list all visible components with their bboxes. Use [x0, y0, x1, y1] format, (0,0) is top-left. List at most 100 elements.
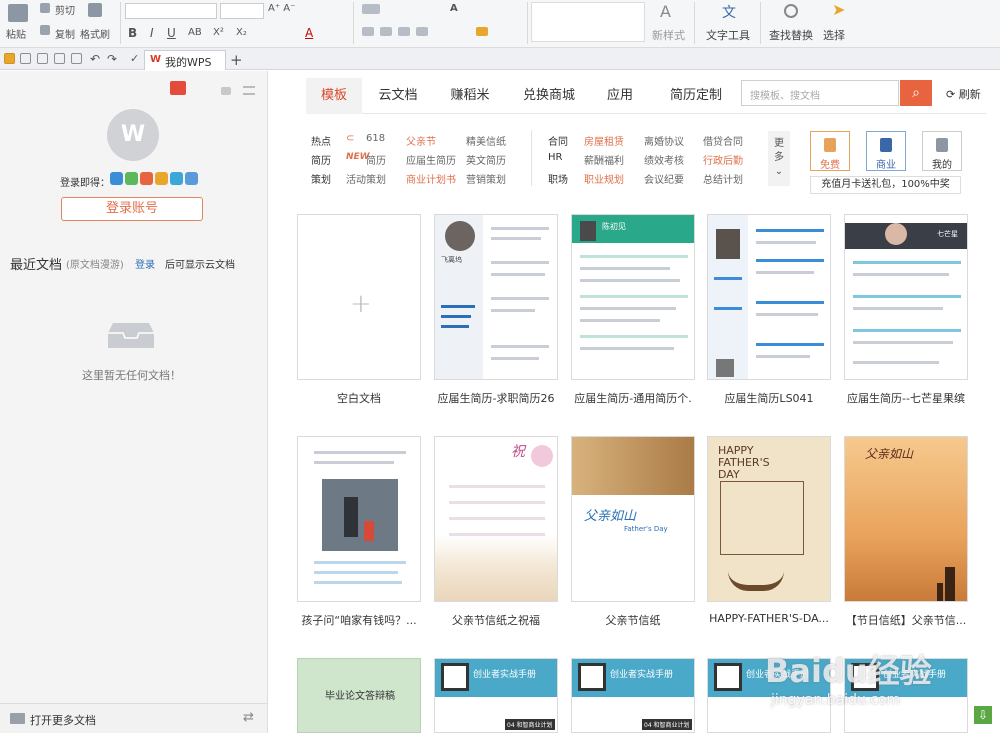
- new-style-button[interactable]: 新样式: [652, 27, 685, 43]
- cut-button[interactable]: 剪切: [55, 2, 75, 17]
- align-center-icon[interactable]: [380, 27, 392, 36]
- gift-icon[interactable]: [170, 81, 186, 95]
- align-right-icon[interactable]: [398, 27, 410, 36]
- login-button[interactable]: 登录账号: [61, 197, 203, 221]
- template-card[interactable]: 创业者实战手册 04 和智商业计划: [434, 658, 558, 733]
- template-search-input[interactable]: 搜模板、搜文档: [741, 80, 899, 106]
- justify-icon[interactable]: [416, 27, 428, 36]
- category-item[interactable]: 绩效考核: [644, 152, 684, 167]
- export-pdf-icon[interactable]: [37, 53, 48, 64]
- subscript-button[interactable]: X₂: [236, 27, 247, 38]
- category-item[interactable]: 薪酬福利: [584, 152, 624, 167]
- refresh-button[interactable]: ⟳ 刷新: [946, 86, 981, 102]
- grow-font-button[interactable]: A⁺ A⁻: [268, 3, 295, 14]
- font-color-button[interactable]: A: [305, 26, 313, 40]
- superscript-button[interactable]: X²: [213, 27, 224, 38]
- template-card[interactable]: 创业者实战手册: [844, 658, 968, 733]
- ribbon-separator: [527, 2, 528, 44]
- template-card[interactable]: [297, 436, 421, 602]
- category-item[interactable]: 简历: [366, 152, 386, 167]
- category-item[interactable]: 营销策划: [466, 171, 506, 186]
- menu-icon[interactable]: [243, 86, 255, 95]
- template-card[interactable]: 父亲如山: [844, 436, 968, 602]
- resume-line: [756, 229, 824, 232]
- format-painter-button[interactable]: 格式刷: [80, 26, 110, 41]
- customize-icon[interactable]: ✓: [130, 52, 139, 65]
- copy-button[interactable]: 复制: [55, 26, 75, 41]
- cursor-icon[interactable]: ➤: [832, 0, 845, 19]
- font-name-box[interactable]: [125, 3, 217, 19]
- template-card[interactable]: HAPPY FATHER'S DAY: [707, 436, 831, 602]
- recent-login-link[interactable]: 登录: [135, 256, 155, 271]
- template-card[interactable]: 父亲如山 Father's Day: [571, 436, 695, 602]
- shading-icon[interactable]: [476, 27, 488, 36]
- redo-icon[interactable]: ↷: [107, 52, 117, 66]
- italic-button[interactable]: I: [150, 26, 154, 40]
- template-card[interactable]: 创业者实战手册 04 和智商业计划: [571, 658, 695, 733]
- open-icon[interactable]: [4, 53, 15, 64]
- text-tools-button[interactable]: 文字工具: [706, 27, 750, 43]
- category-item[interactable]: 父亲节: [406, 133, 436, 148]
- tab-cloud-docs[interactable]: 云文档: [366, 78, 430, 114]
- select-button[interactable]: 选择: [823, 27, 845, 43]
- find-replace-button[interactable]: 查找替换: [769, 27, 813, 43]
- category-item[interactable]: 借贷合同: [703, 133, 743, 148]
- category-item[interactable]: 活动策划: [346, 171, 386, 186]
- undo-icon[interactable]: ↶: [90, 52, 100, 66]
- category-item[interactable]: 离婚协议: [644, 133, 684, 148]
- tab-resume-custom[interactable]: 简历定制: [656, 78, 736, 114]
- template-card[interactable]: 创业者实战手册: [707, 658, 831, 733]
- print-preview-icon[interactable]: [71, 53, 82, 64]
- tab-apps[interactable]: 应用: [598, 78, 642, 114]
- more-categories-button[interactable]: 更多 ⌄: [768, 131, 790, 186]
- underline-button[interactable]: U: [167, 26, 176, 40]
- category-item[interactable]: 总结计划: [703, 171, 743, 186]
- category-item[interactable]: 618: [366, 133, 385, 144]
- sync-icon[interactable]: ⇄: [243, 710, 254, 725]
- category-item[interactable]: 房屋租赁: [584, 133, 624, 148]
- tab-my-wps[interactable]: W 我的WPS: [144, 50, 226, 70]
- align-left-icon[interactable]: [362, 27, 374, 36]
- template-card[interactable]: 飞离坞: [434, 214, 558, 380]
- format-painter-icon[interactable]: [88, 3, 102, 17]
- scissors-icon[interactable]: [40, 3, 50, 13]
- search-button[interactable]: ⌕: [900, 80, 932, 106]
- category-item[interactable]: 行政后勤: [703, 152, 743, 167]
- category-item[interactable]: 商业计划书: [406, 171, 456, 186]
- open-more-docs-button[interactable]: 打开更多文档 ⇄: [0, 703, 267, 733]
- template-card[interactable]: 祝: [434, 436, 558, 602]
- blank-document-card[interactable]: +: [297, 214, 421, 380]
- list-icon[interactable]: [362, 4, 380, 14]
- print-icon[interactable]: [54, 53, 65, 64]
- font-size-box[interactable]: [220, 3, 264, 19]
- category-item[interactable]: 职业规划: [584, 171, 624, 186]
- paste-button[interactable]: 粘贴: [6, 26, 26, 41]
- find-replace-icon[interactable]: [784, 4, 798, 18]
- bold-button[interactable]: B: [128, 26, 137, 40]
- category-item[interactable]: 精美信纸: [466, 133, 506, 148]
- template-card[interactable]: [707, 214, 831, 380]
- template-card[interactable]: 七芒星: [844, 214, 968, 380]
- tab-redeem-mall[interactable]: 兑换商城: [512, 78, 586, 114]
- strikethrough-button[interactable]: AB: [188, 27, 202, 38]
- tab-earn-rice[interactable]: 赚稻米: [438, 78, 502, 114]
- category-item[interactable]: 应届生简历: [406, 152, 456, 167]
- style-gallery[interactable]: [531, 2, 645, 42]
- download-icon[interactable]: ⇩: [974, 706, 992, 724]
- text-direction-button[interactable]: A: [450, 3, 458, 14]
- template-card[interactable]: 陈初见: [571, 214, 695, 380]
- promo-banner[interactable]: 充值月卡送礼包，100%中奖: [810, 176, 961, 194]
- fathers-day-title: 父亲如山: [584, 509, 637, 524]
- chat-icon[interactable]: [221, 87, 231, 95]
- promo-d-icon: [140, 172, 153, 185]
- category-item[interactable]: 会议纪要: [644, 171, 684, 186]
- tab-templates[interactable]: 模板: [306, 78, 362, 114]
- category-item[interactable]: 英文简历: [466, 152, 506, 167]
- save-icon[interactable]: [20, 53, 31, 64]
- new-tab-button[interactable]: +: [230, 51, 243, 69]
- paste-icon[interactable]: [8, 4, 28, 22]
- new-style-icon[interactable]: A: [660, 2, 671, 21]
- text-tools-icon[interactable]: 文: [722, 2, 736, 22]
- copy-icon[interactable]: [40, 25, 50, 35]
- template-card[interactable]: 毕业论文答辩稿: [297, 658, 421, 733]
